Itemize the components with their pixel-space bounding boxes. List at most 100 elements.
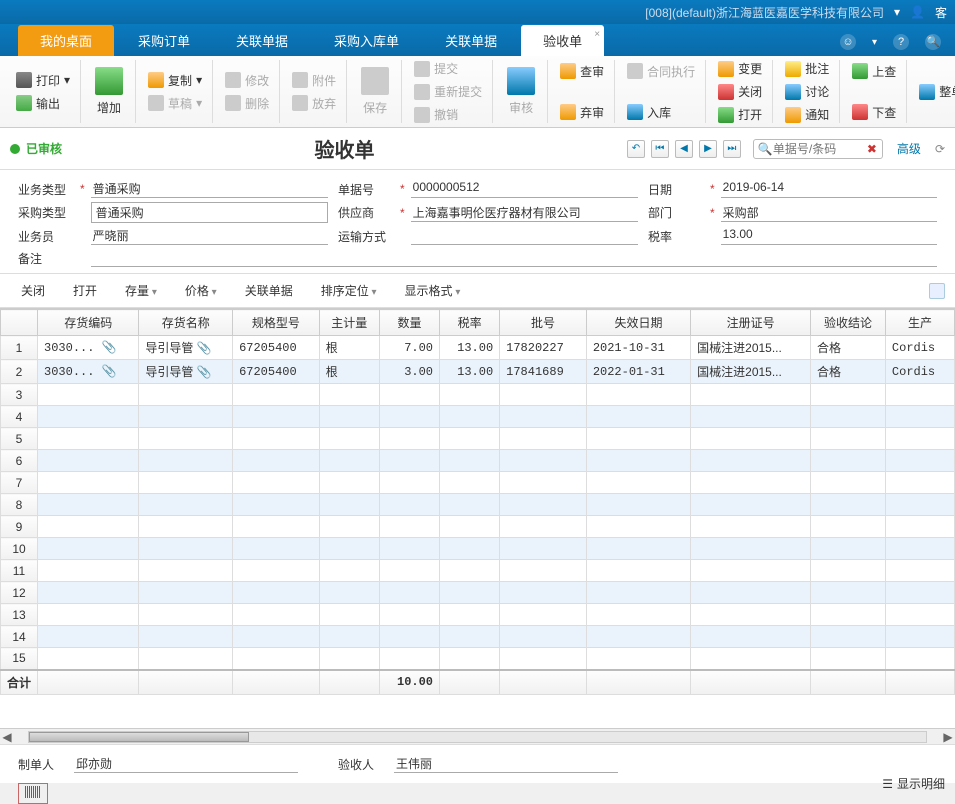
scroll-left-icon[interactable]: ◀ — [0, 730, 14, 744]
grid-price-button[interactable]: 价格 — [174, 278, 228, 303]
table-row[interactable]: 11 — [1, 560, 955, 582]
notify-button[interactable]: 通知 — [781, 104, 833, 125]
search-global-icon[interactable]: 🔍 — [925, 34, 941, 50]
advanced-link[interactable]: 高级 — [897, 140, 921, 157]
smiley-icon[interactable]: ☺ — [840, 34, 856, 50]
col-header[interactable]: 生产 — [885, 310, 954, 336]
grid-relate-button[interactable]: 关联单据 — [234, 278, 304, 303]
attach-row-icon[interactable]: 📎 — [102, 364, 114, 376]
docno-value[interactable]: 0000000512 — [411, 180, 638, 198]
col-header[interactable]: 存货编码 — [38, 310, 139, 336]
grid-sort-button[interactable]: 排序定位 — [310, 278, 388, 303]
ship-value[interactable] — [411, 227, 638, 245]
grid-config-icon[interactable] — [929, 283, 945, 299]
tab-related-2[interactable]: 关联单据 — [423, 25, 519, 56]
table-row[interactable]: 3 — [1, 384, 955, 406]
grid-close-button[interactable]: 关闭 — [10, 278, 56, 303]
date-value[interactable]: 2019-06-14 — [721, 180, 937, 198]
attach-row-icon[interactable]: 📎 — [197, 341, 209, 353]
refresh-icon[interactable]: ⟳ — [935, 142, 945, 156]
col-header[interactable]: 数量 — [379, 310, 439, 336]
dept-value[interactable]: 采购部 — [721, 204, 937, 222]
biz-type-value[interactable]: 普通采购 — [91, 180, 328, 198]
titlebar-user-icon[interactable]: 👤 — [910, 5, 925, 19]
clear-search-icon[interactable]: ✖ — [867, 142, 877, 156]
table-row[interactable]: 4 — [1, 406, 955, 428]
upcheck-button[interactable]: 上查 — [848, 61, 900, 82]
clerk-value[interactable]: 严晓丽 — [91, 227, 328, 245]
col-header[interactable] — [1, 310, 38, 336]
col-header[interactable]: 注册证号 — [691, 310, 811, 336]
change-button[interactable]: 变更 — [714, 58, 766, 79]
pur-type-value[interactable]: 普通采购 — [91, 202, 328, 223]
tab-related-1[interactable]: 关联单据 — [214, 25, 310, 56]
grid-display-button[interactable]: 显示格式 — [394, 278, 472, 303]
delete-icon — [225, 95, 241, 111]
recv-value[interactable]: 王伟丽 — [394, 755, 618, 773]
col-header[interactable]: 存货名称 — [139, 310, 233, 336]
first-icon[interactable]: ⏮ — [651, 140, 669, 158]
discuss-button[interactable]: 讨论 — [781, 81, 833, 102]
grid-hscrollbar[interactable]: ◀ ▶ — [0, 728, 955, 744]
attach-row-icon[interactable]: 📎 — [197, 365, 209, 377]
undo-icon[interactable]: ↶ — [627, 140, 645, 158]
table-row[interactable]: 12 — [1, 582, 955, 604]
tab-purchase-in[interactable]: 采购入库单 — [312, 25, 421, 56]
print-button[interactable]: 打印 ▾ — [12, 70, 74, 91]
show-detail-toggle[interactable]: ☰ 显示明细 — [882, 775, 945, 792]
close-tab-icon[interactable]: × — [594, 29, 600, 40]
help-icon[interactable]: ? — [893, 34, 909, 50]
audit-button[interactable]: 查审 — [556, 61, 608, 82]
open-doc-button[interactable]: 打开 — [714, 104, 766, 125]
supplier-label: 供应商 — [338, 204, 394, 221]
maker-value[interactable]: 邱亦勋 — [74, 755, 298, 773]
add-button[interactable]: 增加 — [89, 65, 129, 118]
table-row[interactable]: 6 — [1, 450, 955, 472]
titlebar-cust[interactable]: 客 — [935, 4, 947, 21]
tax-value[interactable]: 13.00 — [721, 227, 937, 245]
table-row[interactable]: 9 — [1, 516, 955, 538]
reject-button[interactable]: 弃审 — [556, 102, 608, 123]
table-row[interactable]: 10 — [1, 538, 955, 560]
table-row[interactable]: 7 — [1, 472, 955, 494]
col-header[interactable]: 失效日期 — [586, 310, 690, 336]
table-row[interactable]: 2 3030... 📎 导引导管 📎 67205400 根 3.00 13.00… — [1, 360, 955, 384]
table-row[interactable]: 14 — [1, 626, 955, 648]
doc-search[interactable]: 🔍 ✖ — [753, 139, 883, 159]
last-icon[interactable]: ⏭ — [723, 140, 741, 158]
downcheck-button[interactable]: 下查 — [848, 102, 900, 123]
scroll-right-icon[interactable]: ▶ — [941, 730, 955, 744]
table-row[interactable]: 13 — [1, 604, 955, 626]
col-header[interactable]: 验收结论 — [811, 310, 886, 336]
copy-button[interactable]: 复制 ▾ — [144, 70, 206, 91]
relate-button[interactable]: 整单关联 — [915, 81, 955, 102]
grid-open-button[interactable]: 打开 — [62, 278, 108, 303]
col-header[interactable]: 税率 — [440, 310, 500, 336]
titlebar-dropdown-icon[interactable]: ▾ — [894, 5, 900, 19]
table-row[interactable]: 5 — [1, 428, 955, 450]
next-icon[interactable]: ▶ — [699, 140, 717, 158]
col-header[interactable]: 批号 — [500, 310, 587, 336]
prev-icon[interactable]: ◀ — [675, 140, 693, 158]
doc-search-input[interactable] — [773, 142, 863, 156]
table-row[interactable]: 8 — [1, 494, 955, 516]
tab-acceptance[interactable]: 验收单× — [521, 25, 604, 56]
remark-value[interactable] — [91, 249, 937, 267]
tab-home[interactable]: 我的桌面 — [18, 25, 114, 56]
tab-purchase-order[interactable]: 采购订单 — [116, 25, 212, 56]
grid-stock-button[interactable]: 存量 — [114, 278, 168, 303]
tabbar-dropdown-icon[interactable]: ▾ — [872, 37, 877, 48]
scroll-thumb[interactable] — [29, 732, 249, 742]
status-dot-icon — [10, 144, 20, 154]
instore-button[interactable]: 入库 — [623, 102, 699, 123]
export-button[interactable]: 输出 — [12, 93, 74, 114]
col-header[interactable]: 规格型号 — [233, 310, 320, 336]
supplier-value[interactable]: 上海嘉事明伦医疗器材有限公司 — [411, 204, 638, 222]
col-header[interactable]: 主计量 — [319, 310, 379, 336]
close-doc-button[interactable]: 关闭 — [714, 81, 766, 102]
table-row[interactable]: 1 3030... 📎 导引导管 📎 67205400 根 7.00 13.00… — [1, 336, 955, 360]
table-row[interactable]: 15 — [1, 648, 955, 670]
detail-grid[interactable]: 存货编码存货名称规格型号主计量数量税率批号失效日期注册证号验收结论生产 1 30… — [0, 308, 955, 728]
attach-row-icon[interactable]: 📎 — [102, 340, 114, 352]
annotate-button[interactable]: 批注 — [781, 58, 833, 79]
